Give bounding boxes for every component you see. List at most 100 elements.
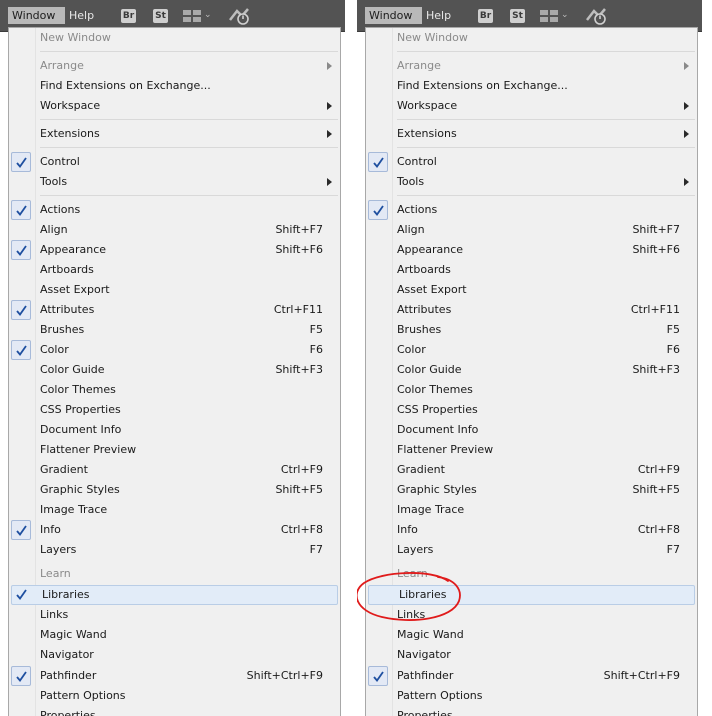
menu-item-label: Align — [397, 223, 425, 236]
menu-item-label: Graphic Styles — [397, 483, 477, 496]
grid-icon[interactable] — [183, 10, 202, 22]
menu-item-color-themes[interactable]: Color Themes — [366, 380, 697, 400]
menu-item-align[interactable]: Align Shift+F7 — [366, 220, 697, 240]
sync-icon[interactable] — [228, 7, 252, 25]
menu-item-label: Arrange — [40, 59, 84, 72]
bridge-button[interactable]: Br — [121, 9, 136, 23]
menu-item-new-window[interactable]: New Window — [366, 28, 697, 48]
menu-item-magic-wand[interactable]: Magic Wand — [9, 625, 340, 645]
menu-item-brushes[interactable]: Brushes F5 — [9, 320, 340, 340]
menu-item-label: Find Extensions on Exchange... — [397, 79, 568, 92]
menu-separator — [40, 51, 338, 52]
menu-item-extensions[interactable]: Extensions — [9, 124, 340, 144]
menu-item-new-window[interactable]: New Window — [9, 28, 340, 48]
menu-item-document-info[interactable]: Document Info — [9, 420, 340, 440]
grid-icon[interactable] — [540, 10, 559, 22]
menu-item-color-themes[interactable]: Color Themes — [9, 380, 340, 400]
menu-item-label: Asset Export — [40, 283, 110, 296]
menu-item-color-guide[interactable]: Color Guide Shift+F3 — [366, 360, 697, 380]
stock-button[interactable]: St — [153, 9, 168, 23]
menu-item-links[interactable]: Links — [9, 605, 340, 625]
menu-item-image-trace[interactable]: Image Trace — [366, 500, 697, 520]
menu-item-extensions[interactable]: Extensions — [366, 124, 697, 144]
menu-item-pathfinder[interactable]: Pathfinder Shift+Ctrl+F9 — [9, 666, 340, 686]
menu-item-learn[interactable]: Learn — [366, 564, 697, 584]
menu-item-artboards[interactable]: Artboards — [366, 260, 697, 280]
menu-item-label: Image Trace — [40, 503, 108, 516]
menu-item-tools[interactable]: Tools — [366, 172, 697, 192]
menu-item-color[interactable]: Color F6 — [366, 340, 697, 360]
menu-item-asset-export[interactable]: Asset Export — [366, 280, 697, 300]
menu-item-asset-export[interactable]: Asset Export — [9, 280, 340, 300]
menu-item-tools[interactable]: Tools — [9, 172, 340, 192]
stock-button[interactable]: St — [510, 9, 525, 23]
menu-item-properties[interactable]: Properties — [366, 706, 697, 716]
menu-item-find-extensions[interactable]: Find Extensions on Exchange... — [9, 76, 340, 96]
submenu-arrow-icon — [684, 62, 689, 70]
menu-item-pattern-options[interactable]: Pattern Options — [9, 686, 340, 706]
menu-item-appearance[interactable]: Appearance Shift+F6 — [9, 240, 340, 260]
menu-item-flattener-preview[interactable]: Flattener Preview — [9, 440, 340, 460]
bridge-button[interactable]: Br — [478, 9, 493, 23]
menu-item-attributes[interactable]: Attributes Ctrl+F11 — [9, 300, 340, 320]
menu-item-magic-wand[interactable]: Magic Wand — [366, 625, 697, 645]
menu-item-brushes[interactable]: Brushes F5 — [366, 320, 697, 340]
menu-item-document-info[interactable]: Document Info — [366, 420, 697, 440]
menu-item-navigator[interactable]: Navigator — [9, 645, 340, 665]
menu-item-gradient[interactable]: Gradient Ctrl+F9 — [9, 460, 340, 480]
menu-item-actions[interactable]: Actions — [366, 200, 697, 220]
menu-item-css-properties[interactable]: CSS Properties — [366, 400, 697, 420]
menu-item-find-extensions[interactable]: Find Extensions on Exchange... — [366, 76, 697, 96]
menu-item-flattener-preview[interactable]: Flattener Preview — [366, 440, 697, 460]
menu-item-artboards[interactable]: Artboards — [9, 260, 340, 280]
submenu-arrow-icon — [684, 178, 689, 186]
window-menu[interactable]: Window — [365, 7, 422, 24]
menu-item-align[interactable]: Align Shift+F7 — [9, 220, 340, 240]
menu-item-attributes[interactable]: Attributes Ctrl+F11 — [366, 300, 697, 320]
menu-item-shortcut: Shift+F6 — [275, 243, 323, 256]
menu-item-gradient[interactable]: Gradient Ctrl+F9 — [366, 460, 697, 480]
menu-item-label: Libraries — [42, 588, 90, 601]
submenu-arrow-icon — [327, 130, 332, 138]
menu-item-label: Info — [397, 523, 418, 536]
help-menu[interactable]: Help — [65, 7, 101, 24]
checkmark-icon — [368, 152, 388, 172]
menu-item-pathfinder[interactable]: Pathfinder Shift+Ctrl+F9 — [366, 666, 697, 686]
menu-item-libraries[interactable]: Libraries — [11, 585, 338, 605]
chevron-down-icon[interactable]: ⌄ — [561, 9, 571, 21]
window-menu[interactable]: Window — [8, 7, 65, 24]
menu-item-appearance[interactable]: Appearance Shift+F6 — [366, 240, 697, 260]
menu-item-properties[interactable]: Properties — [9, 706, 340, 716]
menu-item-css-properties[interactable]: CSS Properties — [9, 400, 340, 420]
menu-item-links[interactable]: Links — [366, 605, 697, 625]
menu-item-pattern-options[interactable]: Pattern Options — [366, 686, 697, 706]
menu-item-layers[interactable]: Layers F7 — [366, 540, 697, 560]
checkmark-icon — [368, 666, 388, 686]
menu-item-graphic-styles[interactable]: Graphic Styles Shift+F5 — [366, 480, 697, 500]
menu-item-color[interactable]: Color F6 — [9, 340, 340, 360]
menu-item-label: Properties — [40, 709, 96, 716]
menu-item-libraries[interactable]: Libraries — [368, 585, 695, 605]
sync-icon[interactable] — [585, 7, 609, 25]
chevron-down-icon[interactable]: ⌄ — [204, 9, 214, 21]
menu-item-actions[interactable]: Actions — [9, 200, 340, 220]
menu-item-info[interactable]: Info Ctrl+F8 — [9, 520, 340, 540]
menu-item-info[interactable]: Info Ctrl+F8 — [366, 520, 697, 540]
menu-item-graphic-styles[interactable]: Graphic Styles Shift+F5 — [9, 480, 340, 500]
menu-item-arrange[interactable]: Arrange — [9, 56, 340, 76]
menu-item-color-guide[interactable]: Color Guide Shift+F3 — [9, 360, 340, 380]
menu-item-arrange[interactable]: Arrange — [366, 56, 697, 76]
menu-item-control[interactable]: Control — [366, 152, 697, 172]
menu-item-shortcut: F6 — [666, 343, 680, 356]
menu-item-image-trace[interactable]: Image Trace — [9, 500, 340, 520]
menu-item-label: Brushes — [397, 323, 442, 336]
menu-item-workspace[interactable]: Workspace — [366, 96, 697, 116]
menu-item-label: Brushes — [40, 323, 85, 336]
menu-separator — [397, 119, 695, 120]
help-menu[interactable]: Help — [422, 7, 458, 24]
menu-item-learn[interactable]: Learn — [9, 564, 340, 584]
menu-item-workspace[interactable]: Workspace — [9, 96, 340, 116]
menu-item-navigator[interactable]: Navigator — [366, 645, 697, 665]
menu-item-control[interactable]: Control — [9, 152, 340, 172]
menu-item-layers[interactable]: Layers F7 — [9, 540, 340, 560]
